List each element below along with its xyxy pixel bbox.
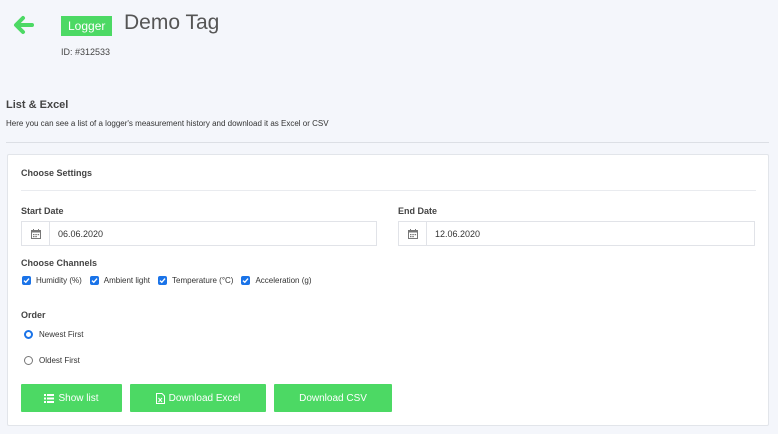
- channel-ambient-light[interactable]: Ambient light: [89, 276, 151, 285]
- card-divider: [21, 190, 756, 191]
- logger-badge: Logger: [61, 16, 113, 36]
- channel-label: Humidity (%): [36, 276, 82, 285]
- divider: [6, 142, 769, 143]
- back-arrow-icon[interactable]: [12, 14, 34, 36]
- channels-label: Choose Channels: [21, 258, 98, 268]
- end-date-input[interactable]: [427, 222, 754, 245]
- channel-humidity[interactable]: Humidity (%): [22, 276, 82, 285]
- channel-acceleration[interactable]: Acceleration (g): [241, 276, 312, 285]
- channel-label: Ambient light: [103, 276, 151, 285]
- calendar-icon[interactable]: [399, 222, 427, 245]
- download-excel-label: Download Excel: [168, 392, 241, 404]
- show-list-button[interactable]: Show list: [21, 384, 122, 412]
- order-option-oldest[interactable]: Oldest First: [24, 356, 80, 365]
- channel-temperature[interactable]: Temperature (°C): [158, 276, 233, 285]
- download-csv-button[interactable]: Download CSV: [274, 384, 392, 412]
- checkbox-checked-icon[interactable]: [241, 276, 251, 285]
- order-option-label: Newest First: [39, 330, 84, 339]
- calendar-icon[interactable]: [22, 222, 50, 245]
- start-date-input[interactable]: [50, 222, 376, 245]
- checkbox-checked-icon[interactable]: [158, 276, 168, 285]
- start-date-label: Start Date: [21, 206, 64, 216]
- card-title: Choose Settings: [21, 168, 93, 178]
- order-option-newest[interactable]: Newest First: [24, 330, 83, 339]
- channel-list: Humidity (%) Ambient light Temperature (…: [22, 276, 320, 285]
- start-date-group: [21, 221, 377, 246]
- show-list-label: Show list: [58, 392, 99, 404]
- device-id: ID: #312533: [61, 47, 111, 57]
- checkbox-checked-icon[interactable]: [89, 276, 99, 285]
- channel-label: Acceleration (g): [255, 276, 312, 285]
- end-date-group: [398, 221, 755, 246]
- download-csv-label: Download CSV: [299, 392, 367, 404]
- radio-selected-icon[interactable]: [24, 330, 33, 339]
- section-title: List & Excel: [6, 99, 69, 111]
- page-title: Demo Tag: [124, 11, 220, 34]
- excel-file-icon: [155, 392, 165, 404]
- download-excel-button[interactable]: Download Excel: [130, 384, 266, 412]
- checkbox-checked-icon[interactable]: [22, 276, 31, 285]
- section-description: Here you can see a list of a logger's me…: [6, 119, 329, 128]
- radio-unselected-icon[interactable]: [24, 356, 33, 365]
- order-option-label: Oldest First: [39, 356, 80, 365]
- channel-label: Temperature (°C): [172, 276, 234, 285]
- order-label: Order: [21, 310, 46, 320]
- list-icon: [44, 393, 55, 403]
- end-date-label: End Date: [398, 206, 438, 216]
